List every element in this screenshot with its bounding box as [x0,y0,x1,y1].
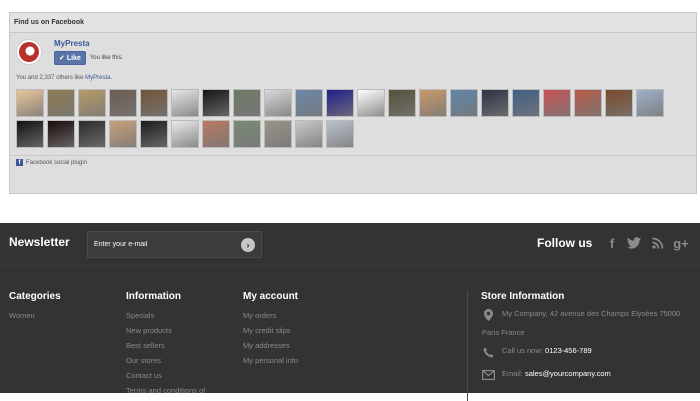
like-button-label: Like [66,55,81,62]
my-account-title: My account [243,291,299,302]
fan-avatar[interactable] [295,89,323,117]
chevron-right-icon: › [246,240,250,250]
facebook-small-icon: f [16,159,23,166]
footer-divider [467,291,468,401]
store-email-row: Email: sales@yourcompany.com [481,368,696,382]
info-link-specials[interactable]: Specials [126,308,205,323]
info-link-contact-us[interactable]: Contact us [126,368,205,383]
newsletter-title: Newsletter [9,235,70,249]
facebook-plugin-footer: f Facebook social plugin [10,155,696,169]
store-phone-number[interactable]: 0123-456-789 [545,346,592,355]
categories-title: Categories [9,291,61,302]
newsletter-submit-button[interactable]: › [241,238,255,252]
newsletter-form: › [87,231,262,258]
fan-avatar[interactable] [264,89,292,117]
envelope-icon [481,368,495,382]
info-link-terms[interactable]: Terms and conditions of [126,383,205,398]
facebook-icon[interactable]: f [604,235,620,251]
fan-avatar[interactable] [388,89,416,117]
fan-avatar[interactable] [202,120,230,148]
like-count-text: You and 2,337 others like MyPresta. [16,75,112,81]
fan-avatar[interactable] [109,120,137,148]
info-link-our-stores[interactable]: Our stores [126,353,205,368]
phone-label: Call us now: [502,346,543,355]
store-email-link[interactable]: sales@yourcompany.com [525,369,611,378]
information-title: Information [126,291,181,302]
fan-avatar[interactable] [109,89,137,117]
facebook-box-header: Find us on Facebook [10,13,696,33]
store-address-line1: My Company, 42 avenue des Champs Elysées… [502,309,681,318]
fan-avatar[interactable] [295,120,323,148]
fan-avatar[interactable] [233,89,261,117]
site-footer: Categories Women Information Specials Ne… [0,266,700,401]
facebook-page-info: MyPresta ✔ Like You like this. [16,39,123,65]
account-link-credit-slips[interactable]: My credit slips [243,323,298,338]
store-address-line2: Paris France [482,328,525,337]
facebook-like-box: Find us on Facebook MyPresta ✔ Like You … [9,12,697,194]
fan-avatar[interactable] [171,89,199,117]
fan-avatar[interactable] [78,89,106,117]
map-marker-icon [481,308,495,322]
fan-avatar[interactable] [264,120,292,148]
fan-avatar[interactable] [140,89,168,117]
rss-icon[interactable] [650,235,666,251]
like-count-suffix: . [110,75,113,81]
fan-avatar[interactable] [605,89,633,117]
store-information-column: Store Information My Company, 42 avenue … [481,291,696,382]
fan-avatar[interactable] [233,120,261,148]
fan-avatar[interactable] [512,89,540,117]
fan-avatar[interactable] [202,89,230,117]
fan-avatar[interactable] [78,120,106,148]
account-link-orders[interactable]: My orders [243,308,298,323]
store-address-row: My Company, 42 avenue des Champs Elysées… [481,308,696,322]
newsletter-bar: Newsletter › Follow us f g+ [0,223,700,266]
fan-avatar[interactable] [574,89,602,117]
newsletter-email-input[interactable] [88,241,228,248]
like-status-text: You like this. [89,55,124,61]
fan-avatar[interactable] [171,120,199,148]
fan-avatar[interactable] [357,89,385,117]
information-column: Information Specials New products Best s… [126,291,205,398]
account-link-personal-info[interactable]: My personal info [243,353,298,368]
store-phone-row: Call us now: 0123-456-789 [481,345,696,359]
fan-avatar[interactable] [140,120,168,148]
info-link-best-sellers[interactable]: Best sellers [126,338,205,353]
fan-avatar[interactable] [47,89,75,117]
store-info-title: Store Information [481,291,565,302]
fan-avatar[interactable] [543,89,571,117]
facebook-plugin-label[interactable]: Facebook social plugin [26,160,87,166]
follow-us-title: Follow us [537,236,593,250]
fan-avatar[interactable] [636,89,664,117]
fan-avatar[interactable] [326,120,354,148]
fan-avatar[interactable] [450,89,478,117]
like-count-prefix: You and 2,337 others like [16,75,86,81]
categories-column: Categories Women [9,291,61,323]
fan-avatar[interactable] [326,89,354,117]
fan-avatar[interactable] [419,89,447,117]
my-account-column: My account My orders My credit slips My … [243,291,298,368]
fan-faces-grid [16,89,676,151]
like-count-page-link[interactable]: MyPresta [85,75,110,81]
twitter-icon[interactable] [626,235,642,251]
page-name-link[interactable]: MyPresta [54,39,123,48]
category-link-women[interactable]: Women [9,308,61,323]
email-label: Email: [502,369,523,378]
fan-avatar[interactable] [47,120,75,148]
mypresta-logo-icon [19,42,39,62]
fan-avatar[interactable] [16,89,44,117]
account-link-addresses[interactable]: My addresses [243,338,298,353]
like-button[interactable]: ✔ Like [54,51,86,65]
fan-avatar[interactable] [481,89,509,117]
page-logo[interactable] [16,39,42,65]
fan-avatar[interactable] [16,120,44,148]
info-link-new-products[interactable]: New products [126,323,205,338]
google-plus-icon[interactable]: g+ [673,235,689,251]
phone-icon [481,345,495,359]
